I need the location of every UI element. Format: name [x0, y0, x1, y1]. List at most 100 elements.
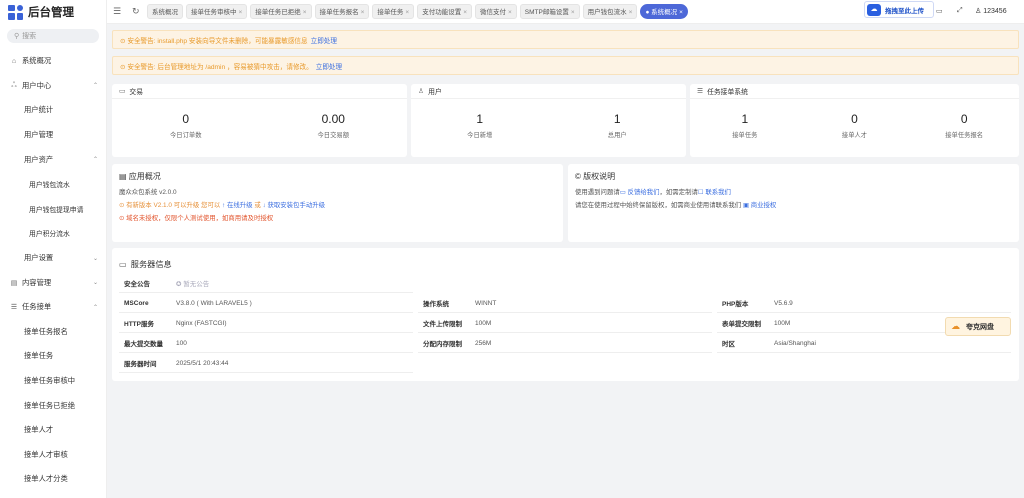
info-key: 表单提交限制 [722, 321, 761, 328]
info-value: WINNT [475, 299, 497, 307]
stat-label: 接单人才 [841, 132, 868, 139]
users-icon: ஃ [11, 82, 17, 90]
upload-button[interactable]: ☁ 拖拽至此上传 [864, 1, 934, 18]
contact-link[interactable]: ☐ 联系我们 [698, 189, 731, 196]
card-title: 版权说明 [583, 172, 616, 181]
info-key: 操作系统 [423, 301, 449, 308]
tab-wallet-flow[interactable]: 用户钱包流水 × [582, 4, 638, 19]
sidebar-item-wallet-withdraw[interactable]: 用户钱包提现申请 [0, 197, 106, 222]
tab-task-review[interactable]: 接单任务审核中 × [186, 4, 248, 19]
sidebar-item-label: 接单任务报名 [24, 326, 68, 336]
chevron-down-icon: ⌄ [92, 255, 98, 262]
sidebar-item-label: 接单任务已拒绝 [24, 400, 76, 410]
sidebar-item-overview[interactable]: ⌂ 系统概况 [0, 49, 106, 74]
sidebar-item-label: 用户管理 [24, 130, 54, 140]
sidebar-menu: ⌂ 系统概况 ஃ 用户中心 ⌃ 用户统计 用户管理 用户资产 ⌃ 用户钱包流水 用户钱包… [0, 49, 106, 492]
list-icon: ☰ [697, 88, 704, 95]
close-icon[interactable]: × [239, 9, 243, 16]
stat-label: 今日订单数 [170, 132, 202, 139]
stat-label: 接单任务报名 [945, 132, 984, 139]
sidebar-item-user-assets[interactable]: 用户资产 ⌃ [0, 147, 106, 172]
commercial-license-link[interactable]: ▣ 商业授权 [743, 202, 776, 209]
tab-task-signup[interactable]: 接单任务报名 × [314, 4, 370, 19]
tab-task[interactable]: 接单任务 × [372, 4, 415, 19]
feedback-text: 使用遇到问题请 [575, 189, 620, 196]
close-icon[interactable]: × [508, 9, 512, 16]
quark-disk-button[interactable]: ☁ 夸克网盘 [945, 317, 1011, 336]
close-icon[interactable]: × [361, 9, 365, 16]
sidebar-item-label: 用户中心 [22, 80, 52, 90]
fullscreen-icon[interactable]: ⤢ [957, 7, 963, 15]
alert-text: ⊙ 安全警告: 后台管理地址为 /admin ，容易被猜中攻击，请修改。 [120, 63, 313, 71]
sidebar-item-talent-category[interactable]: 接单人才分类 [0, 467, 106, 492]
main-content: ⊙ 安全警告: install.php 安装向导文件未删除，可能暴露敏感信息 立… [107, 24, 1024, 498]
sidebar-item-task-review[interactable]: 接单任务审核中 [0, 369, 106, 394]
tab-task-rejected[interactable]: 接单任务已拒绝 × [250, 4, 312, 19]
close-icon[interactable]: × [629, 9, 633, 16]
sidebar-item-user-stats[interactable]: 用户统计 [0, 98, 106, 123]
online-upgrade-link[interactable]: ↑ 在线升级 [222, 202, 253, 209]
user-icon: ♙ [418, 88, 425, 95]
user-menu[interactable]: ♙ 123456 [975, 7, 1007, 15]
sidebar-item-task[interactable]: ☰ 任务接单 ⌃ [0, 295, 106, 320]
sidebar-item-task-signup[interactable]: 接单任务报名 [0, 320, 106, 345]
info-row: 文件上传限制 100M [418, 314, 712, 333]
monitor-icon[interactable]: ▭ [936, 7, 943, 15]
card-title: 服务器信息 [130, 260, 172, 269]
copyright-icon: © [575, 172, 584, 181]
sidebar-item-talent-review[interactable]: 接单人才审核 [0, 443, 106, 468]
feedback-line: 使用遇到问题请▭ 反馈给我们，如需定制请☐ 联系我们 [575, 186, 1012, 199]
tab-overview[interactable]: 系统概况 [147, 4, 183, 19]
sidebar-item-label: 接单任务 [24, 351, 54, 361]
alert-link[interactable]: 立即处理 [311, 35, 337, 45]
info-value: V5.6.9 [774, 299, 793, 307]
sidebar-item-task-rejected[interactable]: 接单任务已拒绝 [0, 393, 106, 418]
topbar: ☰ ↻ 系统概况 接单任务审核中 × 接单任务已拒绝 × 接单任务报名 × 接单任务 ×… [107, 0, 1024, 24]
info-value: V3.8.0 ( With LARAVEL5 ) [176, 299, 252, 307]
security-alert: ⊙ 安全警告: 后台管理地址为 /admin ，容易被猜中攻击，请修改。 立即处… [112, 56, 1019, 75]
close-icon[interactable]: × [571, 9, 575, 16]
tab-wechat-pay[interactable]: 微信支付 × [474, 4, 517, 19]
close-icon[interactable]: × [303, 9, 307, 16]
info-value: Nginx (FASTCGI) [176, 319, 227, 327]
close-icon[interactable]: × [679, 9, 683, 16]
sidebar-item-wallet-flow[interactable]: 用户钱包流水 [0, 172, 106, 197]
or-text: 或 [254, 202, 261, 209]
download-package-link[interactable]: ↓ 获取安装包手动升级 [263, 202, 326, 209]
upgrade-notice: ⊙ 有新版本 V2.1.0 可以升级 您可以 ↑ 在线升级 或 ↓ 获取安装包手… [119, 199, 556, 212]
sidebar-item-points-flow[interactable]: 用户积分流水 [0, 221, 106, 246]
quark-disk-label: 夸克网盘 [966, 323, 994, 331]
stat-value: 0 [960, 112, 968, 126]
sidebar-item-content[interactable]: ▤ 内容管理 ⌄ [0, 270, 106, 295]
sidebar-item-talent[interactable]: 接单人才 [0, 418, 106, 443]
sidebar-item-user-manage[interactable]: 用户管理 [0, 123, 106, 148]
search-placeholder: 搜索 [22, 33, 37, 40]
alert-link[interactable]: 立即处理 [316, 61, 342, 71]
info-row: PHP版本 V5.6.9 [717, 294, 1011, 313]
feedback-link[interactable]: ▭ 反馈给我们 [620, 189, 660, 196]
tab-overview-active[interactable]: ● 系统概况 × [640, 4, 688, 19]
sidebar-item-task-list[interactable]: 接单任务 [0, 344, 106, 369]
tab-bar: 系统概况 接单任务审核中 × 接单任务已拒绝 × 接单任务报名 × 接单任务 × 支付功… [147, 4, 688, 19]
menu-toggle-icon[interactable]: ☰ [113, 6, 121, 17]
info-row: 分配内存限制 256M [418, 334, 712, 353]
sidebar-item-label: 用户钱包提现申请 [29, 206, 84, 214]
tab-label: 支付功能设置 [422, 9, 462, 16]
info-key: HTTP服务 [124, 321, 154, 328]
sidebar-item-user-center[interactable]: ஃ 用户中心 ⌃ [0, 74, 106, 99]
refresh-icon[interactable]: ↻ [132, 6, 140, 17]
home-icon: ⌂ [11, 57, 17, 65]
tab-pay-settings[interactable]: 支付功能设置 × [417, 4, 472, 19]
logo[interactable]: 后台管理 [0, 0, 106, 24]
info-value: 256M [475, 339, 492, 347]
sidebar-item-label: 接单人才审核 [24, 449, 68, 459]
sidebar-item-user-settings[interactable]: 用户设置 ⌄ [0, 246, 106, 271]
sidebar-item-label: 系统概况 [22, 56, 52, 66]
stat-value: 0 [851, 112, 858, 126]
close-icon[interactable]: × [405, 9, 409, 16]
search-icon: ⚲ [14, 33, 20, 40]
search-input[interactable]: ⚲ 搜索 [7, 29, 99, 43]
logo-icon [8, 4, 23, 20]
tab-smtp[interactable]: SMTP邮箱设置 × [519, 4, 580, 19]
close-icon[interactable]: × [463, 9, 467, 16]
